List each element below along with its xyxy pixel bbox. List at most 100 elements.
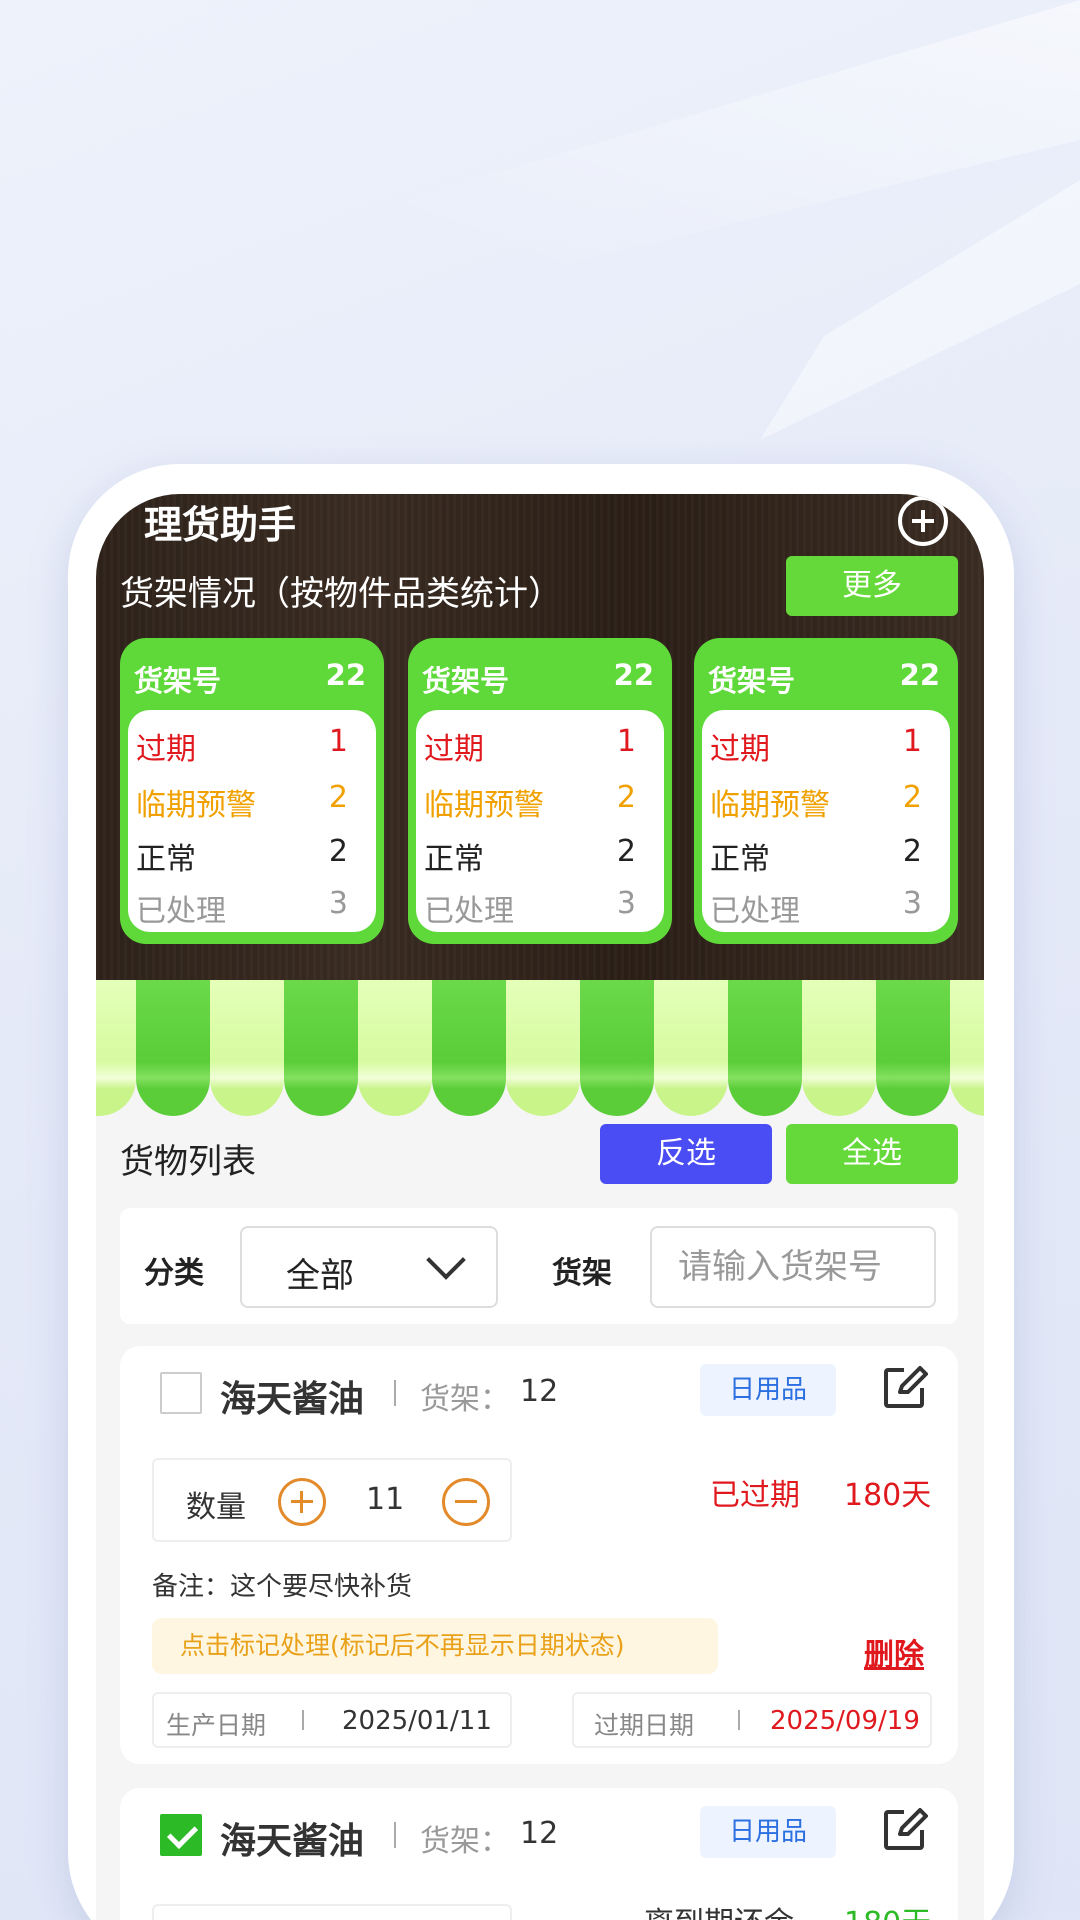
stat-handled: 已处理 3 <box>710 886 922 930</box>
stat-warning: 临期预警 2 <box>424 780 636 824</box>
expiry-status: 已过期 <box>710 1478 800 1513</box>
shelf-card[interactable]: 货架号 22 过期 1 临期预警 2 正常 2 已处理 3 <box>120 638 384 944</box>
background-shape <box>0 0 1080 400</box>
quantity-value: 11 <box>366 1482 405 1517</box>
awning-decoration <box>96 980 984 1116</box>
item-name: 海天酱油 <box>220 1821 365 1862</box>
shelf-card[interactable]: 货架号 22 过期 1 临期预警 2 正常 2 已处理 3 <box>694 638 958 944</box>
delete-link[interactable]: 删除 <box>864 1630 924 1674</box>
stat-label: 已处理 <box>710 894 800 929</box>
mark-handled-button[interactable]: 点击标记处理(标记后不再显示日期状态) <box>152 1618 718 1674</box>
expiry-date-field: 过期日期 2025/09/19 <box>572 1692 932 1748</box>
stat-value: 2 <box>328 780 348 815</box>
stat-value: 1 <box>328 724 348 759</box>
shelf-card-header: 货架号 22 <box>422 658 654 700</box>
stat-label: 临期预警 <box>424 788 544 823</box>
production-date-field: 生产日期 2025/01/11 <box>152 1692 512 1748</box>
shelf-label: 货架号 <box>708 664 796 698</box>
more-button[interactable]: 更多 <box>786 556 958 616</box>
shelf-card[interactable]: 货架号 22 过期 1 临期预警 2 正常 2 已处理 3 <box>408 638 672 944</box>
plus-icon[interactable] <box>278 1478 326 1526</box>
shelf-number-input[interactable] <box>650 1226 936 1308</box>
stat-handled: 已处理 3 <box>424 886 636 930</box>
goods-list-title: 货物列表 <box>120 1142 256 1182</box>
awning-stripe <box>654 980 728 1116</box>
expiry-status: 离到期还余 <box>644 1898 794 1920</box>
item-name: 海天酱油 <box>220 1379 365 1420</box>
stat-value: 2 <box>328 834 348 869</box>
stat-value: 3 <box>328 886 348 921</box>
stat-normal: 正常 2 <box>710 834 922 878</box>
edit-icon[interactable] <box>880 1806 928 1854</box>
stat-normal: 正常 2 <box>136 834 348 878</box>
awning-stripe <box>136 980 210 1116</box>
item-checkbox[interactable] <box>160 1814 202 1856</box>
app-title: 理货助手 <box>144 503 297 547</box>
item-shelf-number: 12 <box>520 1374 559 1409</box>
shelf-card-body: 过期 1 临期预警 2 正常 2 已处理 3 <box>128 710 376 932</box>
item-note: 备注：这个要尽快补货 <box>152 1572 413 1602</box>
divider <box>394 1822 396 1848</box>
stat-value: 2 <box>902 780 922 815</box>
awning-stripe <box>802 980 876 1116</box>
category-badge: 日用品 <box>700 1364 836 1416</box>
stat-label: 已处理 <box>136 894 226 929</box>
inverse-select-button[interactable]: 反选 <box>600 1124 772 1184</box>
awning-stripe <box>876 980 950 1116</box>
shelf-card-body: 过期 1 临期预警 2 正常 2 已处理 3 <box>702 710 950 932</box>
category-value: 全部 <box>286 1256 354 1296</box>
stat-label: 正常 <box>710 842 770 877</box>
shelf-card-header: 货架号 22 <box>708 658 940 700</box>
awning-stripe <box>728 980 802 1116</box>
shelf-card-header: 货架号 22 <box>134 658 366 700</box>
shelf-number: 22 <box>613 658 654 692</box>
shelf-number: 22 <box>325 658 366 692</box>
add-icon[interactable] <box>898 496 948 546</box>
edit-icon[interactable] <box>880 1364 928 1412</box>
category-select[interactable]: 全部 <box>240 1226 498 1308</box>
divider <box>738 1710 740 1730</box>
stat-normal: 正常 2 <box>424 834 636 878</box>
stat-label: 正常 <box>136 842 196 877</box>
quantity-label: 数量 <box>186 1490 246 1525</box>
stat-value: 1 <box>616 724 636 759</box>
background-shape <box>760 180 1080 440</box>
quantity-stepper <box>152 1904 512 1920</box>
stat-label: 临期预警 <box>710 788 830 823</box>
goods-item: 海天酱油 货架： 12 日用品 数量 11 已过期 180天 备注：这个要尽快补… <box>120 1346 958 1764</box>
shelf-header: 理货助手 货架情况（按物件品类统计） 更多 货架号 22 过期 1 临期预警 2 正… <box>96 494 984 980</box>
stat-value: 2 <box>616 780 636 815</box>
select-all-button[interactable]: 全选 <box>786 1124 958 1184</box>
category-badge: 日用品 <box>700 1806 836 1858</box>
stat-value: 2 <box>616 834 636 869</box>
awning-stripe <box>506 980 580 1116</box>
divider <box>394 1380 396 1406</box>
expiry-days: 180天 <box>844 1898 931 1920</box>
filter-panel: 分类 全部 货架 <box>120 1208 958 1324</box>
awning-stripe <box>432 980 506 1116</box>
goods-item: 海天酱油 货架： 12 日用品 离到期还余 180天 <box>120 1788 958 1920</box>
stat-expired: 过期 1 <box>136 724 348 768</box>
shelf-filter-label: 货架 <box>552 1256 612 1291</box>
expiry-days: 180天 <box>844 1478 932 1513</box>
stat-value: 1 <box>902 724 922 759</box>
stat-expired: 过期 1 <box>710 724 922 768</box>
stat-label: 已处理 <box>424 894 514 929</box>
stat-label: 过期 <box>136 732 196 767</box>
minus-icon[interactable] <box>442 1478 490 1526</box>
shelf-label: 货架号 <box>422 664 510 698</box>
item-shelf-number: 12 <box>520 1816 559 1851</box>
stat-label: 正常 <box>424 842 484 877</box>
item-shelf-label: 货架： <box>420 1824 510 1859</box>
shelf-label: 货架号 <box>134 664 222 698</box>
awning-stripe <box>950 980 984 1116</box>
stat-warning: 临期预警 2 <box>136 780 348 824</box>
shelf-section-title: 货架情况（按物件品类统计） <box>120 574 562 614</box>
stat-label: 过期 <box>710 732 770 767</box>
awning-stripe <box>358 980 432 1116</box>
awning-stripe <box>96 980 136 1116</box>
production-date-value: 2025/01/11 <box>342 1706 492 1736</box>
shelf-number: 22 <box>899 658 940 692</box>
awning-stripe <box>580 980 654 1116</box>
item-checkbox[interactable] <box>160 1372 202 1414</box>
